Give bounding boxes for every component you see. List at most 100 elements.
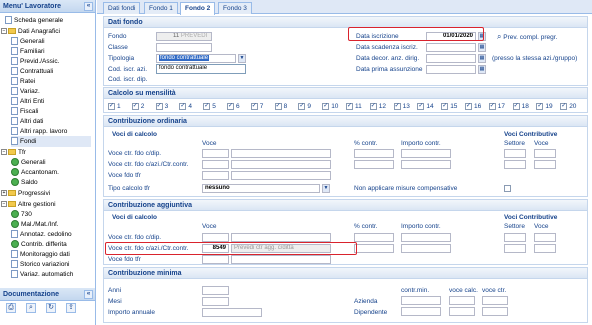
search-icon[interactable]: ⌕ bbox=[497, 32, 501, 41]
calendar-icon[interactable]: ▦ bbox=[478, 54, 486, 63]
tree-item-saldo[interactable]: Saldo bbox=[11, 177, 38, 188]
month-checkbox[interactable]: ✓ bbox=[512, 103, 520, 110]
contr-field[interactable] bbox=[354, 233, 394, 242]
anni-field[interactable] bbox=[202, 286, 229, 295]
importo-field[interactable] bbox=[401, 244, 451, 253]
importo-annuale-label: Importo annuale bbox=[108, 309, 155, 316]
month-checkbox[interactable]: ✓ bbox=[465, 103, 472, 110]
section-title: Contribuzione minima bbox=[104, 268, 587, 279]
importo-field[interactable] bbox=[401, 149, 451, 158]
voce-field[interactable] bbox=[202, 171, 229, 180]
month-checkboxes: ✓ 1 ✓ 2 ✓ 3 ✓ 4 ✓ 5 ✓ 6 ✓ 7 ✓ 8 ✓ 9 ✓ 10 ✓ 11 ✓ 12 ✓ 13 ✓ 14 ✓ 15 ✓ 16 ✓… bbox=[108, 102, 586, 112]
tipologia-select[interactable]: fondo contrattuale bbox=[156, 54, 236, 63]
month-checkbox[interactable]: ✓ bbox=[274, 103, 282, 110]
settore-field[interactable] bbox=[504, 233, 526, 242]
voce-contrib-field[interactable] bbox=[534, 160, 556, 169]
fondo-field: 11 PREVEDI bbox=[156, 32, 212, 41]
main-panel: Dati fondi Fondo 1 Fondo 2 Fondo 3 Dati … bbox=[97, 0, 592, 325]
month-label: 7 bbox=[259, 103, 264, 110]
month-label: 17 bbox=[497, 103, 506, 110]
tree-item-fondi[interactable]: Fondi bbox=[11, 136, 91, 147]
tipo-calcolo-select[interactable]: nessuno bbox=[202, 184, 320, 193]
voce-field[interactable] bbox=[202, 255, 229, 264]
contr-field[interactable] bbox=[354, 160, 394, 169]
mesi-field[interactable] bbox=[202, 297, 229, 306]
tree-item-scheda-generale[interactable]: Scheda generale bbox=[5, 15, 63, 26]
chevron-down-icon[interactable]: ▼ bbox=[322, 184, 330, 193]
tree-item-progressivi[interactable]: + Progressivi bbox=[1, 188, 50, 199]
importo-field[interactable] bbox=[401, 233, 451, 242]
collapse-icon[interactable]: « bbox=[84, 290, 93, 299]
importo-field[interactable] bbox=[401, 160, 451, 169]
voce-field[interactable] bbox=[202, 160, 229, 169]
azienda-voce-ctr-field[interactable] bbox=[482, 296, 508, 305]
collapse-toggle-icon[interactable]: − bbox=[1, 149, 7, 156]
month-checkbox[interactable]: ✓ bbox=[203, 103, 211, 110]
month-checkbox[interactable]: ✓ bbox=[227, 103, 234, 110]
collapse-toggle-icon[interactable]: − bbox=[1, 28, 7, 35]
voce-contrib-field[interactable] bbox=[534, 149, 556, 158]
voce-contrib-field[interactable] bbox=[534, 233, 556, 242]
tree-item-variaz-automatich[interactable]: Variaz. automatich bbox=[11, 269, 73, 280]
contr-field[interactable] bbox=[354, 244, 394, 253]
month-checkbox[interactable]: ✓ bbox=[536, 103, 544, 110]
voce-field[interactable] bbox=[202, 149, 229, 158]
print-icon[interactable]: ⎙ bbox=[6, 303, 16, 313]
refresh-icon[interactable]: ↻ bbox=[46, 303, 56, 313]
settore-field[interactable] bbox=[504, 244, 526, 253]
azienda-contr-min-field[interactable] bbox=[401, 296, 441, 305]
month-checkbox[interactable]: ✓ bbox=[393, 103, 401, 110]
calendar-icon[interactable]: ▦ bbox=[478, 65, 486, 74]
collapse-icon[interactable]: « bbox=[84, 2, 93, 11]
tab-fondo-2[interactable]: Fondo 2 bbox=[180, 2, 216, 15]
azienda-voce-calc-field[interactable] bbox=[449, 296, 475, 305]
settore-header: Settore bbox=[504, 140, 525, 147]
month-checkbox[interactable]: ✓ bbox=[488, 103, 496, 110]
folder-icon bbox=[8, 28, 16, 35]
dipendente-contr-min-field[interactable] bbox=[401, 307, 441, 316]
tab-bar: Dati fondi Fondo 1 Fondo 2 Fondo 3 bbox=[97, 0, 592, 15]
calendar-icon[interactable]: ▦ bbox=[478, 43, 486, 52]
data-prima-field[interactable] bbox=[426, 65, 476, 74]
month-label: 11 bbox=[355, 103, 362, 110]
anni-label: Anni bbox=[108, 287, 122, 294]
document-icon bbox=[11, 117, 18, 126]
sidebar: Menu' Lavoratore « Scheda generale − Dati… bbox=[0, 0, 96, 325]
voce-field[interactable] bbox=[202, 233, 229, 242]
data-scadenza-field[interactable] bbox=[426, 43, 476, 52]
month-checkbox[interactable]: ✓ bbox=[417, 103, 425, 110]
data-decor-field[interactable] bbox=[426, 54, 476, 63]
chevron-down-icon[interactable]: ▼ bbox=[238, 54, 246, 63]
importo-annuale-field[interactable] bbox=[202, 308, 262, 317]
settore-field[interactable] bbox=[504, 149, 526, 158]
tab-fondo-3[interactable]: Fondo 3 bbox=[218, 2, 252, 14]
voce-contrib-field[interactable] bbox=[534, 244, 556, 253]
attach-icon[interactable]: ⌕ bbox=[26, 303, 36, 313]
month-checkbox[interactable]: ✓ bbox=[108, 103, 115, 110]
export-icon[interactable]: ⇪ bbox=[66, 303, 76, 313]
month-checkbox[interactable]: ✓ bbox=[131, 103, 139, 110]
month-checkbox[interactable]: ✓ bbox=[250, 103, 258, 110]
expand-toggle-icon[interactable]: + bbox=[1, 190, 7, 197]
month-checkbox[interactable]: ✓ bbox=[179, 103, 187, 110]
month-label: 14 bbox=[426, 103, 434, 110]
classe-field[interactable] bbox=[156, 43, 212, 52]
month-checkbox[interactable]: ✓ bbox=[298, 103, 306, 110]
tipologia-dropdown-option[interactable]: fondo contrattuale bbox=[156, 64, 246, 74]
settore-field[interactable] bbox=[504, 160, 526, 169]
month-checkbox[interactable]: ✓ bbox=[560, 103, 568, 110]
month-checkbox[interactable]: ✓ bbox=[369, 103, 377, 110]
collapse-toggle-icon[interactable]: − bbox=[1, 201, 7, 208]
dipendente-voce-ctr-field[interactable] bbox=[482, 307, 508, 316]
tab-fondo-1[interactable]: Fondo 1 bbox=[144, 2, 178, 14]
month-checkbox[interactable]: ✓ bbox=[441, 103, 449, 110]
month-checkbox[interactable]: ✓ bbox=[346, 103, 353, 110]
tab-dati-fondi[interactable]: Dati fondi bbox=[103, 2, 141, 14]
month-checkbox[interactable]: ✓ bbox=[155, 103, 163, 110]
non-applicare-checkbox[interactable] bbox=[504, 185, 511, 192]
dipendente-voce-calc-field[interactable] bbox=[449, 307, 475, 316]
contr-field[interactable] bbox=[354, 149, 394, 158]
sidebar-header: Menu' Lavoratore « bbox=[0, 0, 95, 13]
document-icon bbox=[11, 127, 18, 136]
month-checkbox[interactable]: ✓ bbox=[322, 103, 330, 110]
